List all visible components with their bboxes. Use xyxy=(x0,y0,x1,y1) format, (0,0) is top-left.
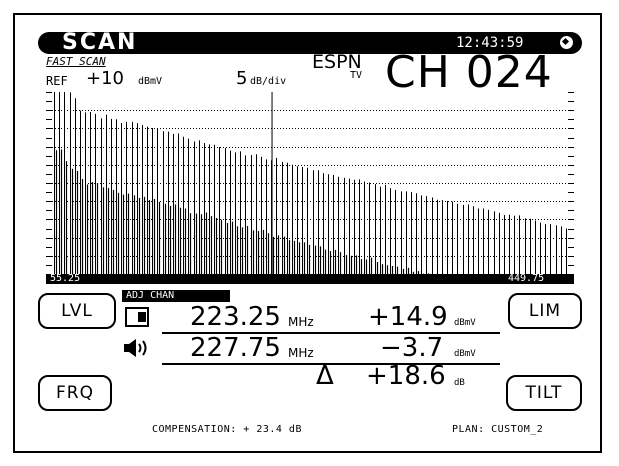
lim-softkey[interactable]: LIM xyxy=(508,293,582,329)
sweep-type-label: FAST SCAN xyxy=(46,55,106,68)
audio-frequency-unit: MHz xyxy=(288,346,314,360)
speaker-icon xyxy=(124,339,147,357)
start-frequency: 55.25 xyxy=(50,273,81,284)
video-frequency: 223.25 xyxy=(190,302,281,332)
lvl-softkey[interactable]: LVL xyxy=(38,293,116,329)
plan-readout: PLAN: CUSTOM_2 xyxy=(452,424,544,435)
video-carrier-icon xyxy=(125,307,149,327)
compensation-readout: COMPENSATION: + 23.4 dB xyxy=(152,424,302,435)
ref-level-unit: dBmV xyxy=(138,76,163,87)
mode-title: SCAN xyxy=(62,30,138,55)
frq-softkey[interactable]: FRQ xyxy=(38,375,112,411)
delta-symbol: Δ xyxy=(316,361,334,391)
channel-number: CH 024 xyxy=(385,47,553,98)
spectrum-graph[interactable] xyxy=(46,92,574,274)
tilt-softkey[interactable]: TILT xyxy=(506,375,582,411)
video-level: +14.9 xyxy=(368,302,448,332)
delta-value: +18.6 xyxy=(366,361,446,391)
audio-level-unit: dBmV xyxy=(454,349,476,359)
network-label: ESPN xyxy=(312,51,362,73)
scale-value: 5 xyxy=(236,68,248,89)
delta-unit: dB xyxy=(454,378,465,388)
audio-frequency: 227.75 xyxy=(190,333,281,363)
network-sublabel: TV xyxy=(350,70,363,81)
ref-level-value: +10 xyxy=(86,68,124,89)
video-level-unit: dBmV xyxy=(454,318,476,328)
stop-frequency: 449.75 xyxy=(508,273,545,284)
audio-level: −3.7 xyxy=(380,333,444,363)
ref-label: REF xyxy=(46,74,68,88)
scale-unit: dB/div xyxy=(250,76,287,87)
clock-icon xyxy=(560,36,573,49)
video-frequency-unit: MHz xyxy=(288,315,314,329)
adjacent-channel-label: ADJ CHAN xyxy=(122,290,230,302)
frequency-axis-bar xyxy=(46,274,574,284)
